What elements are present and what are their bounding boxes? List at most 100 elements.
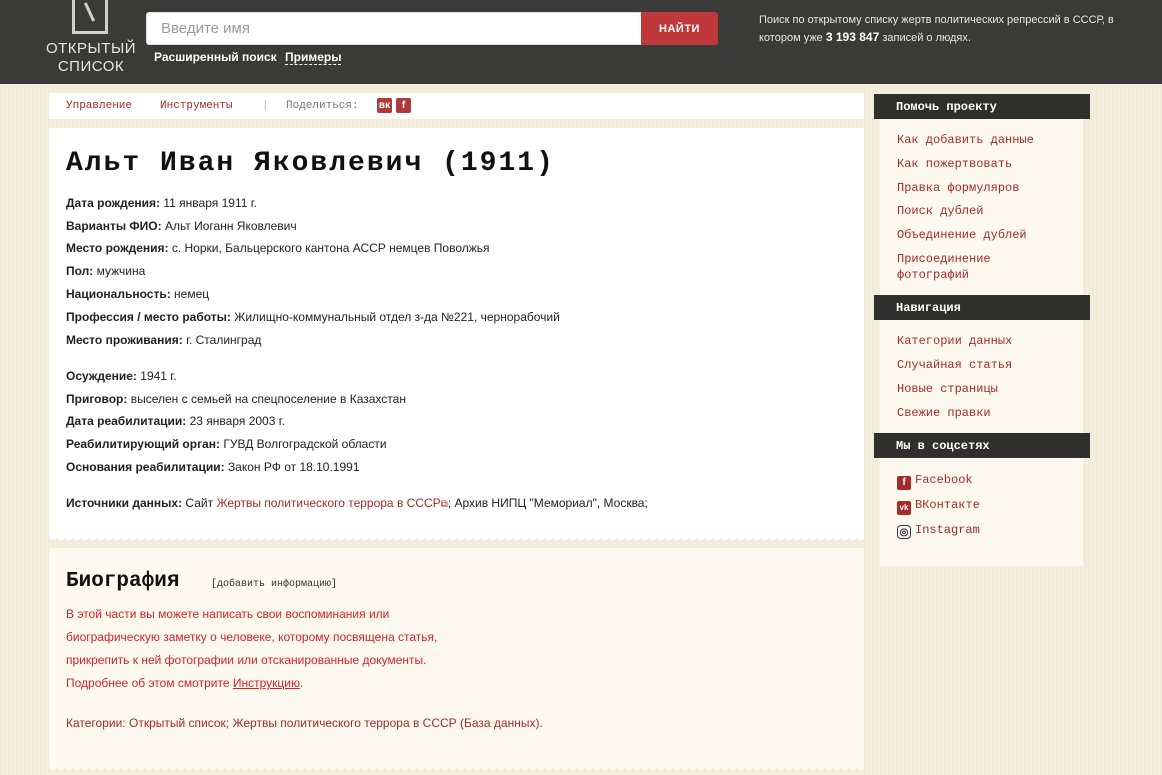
categories-field: Категории: Открытый список; Жертвы полит… <box>66 716 543 730</box>
records-count: 3 193 847 <box>825 30 880 44</box>
sidebar-nav-link[interactable]: Случайная статья <box>897 357 1012 373</box>
biography-title: Биография <box>66 570 180 593</box>
sidebar-help-link[interactable]: Присоединение <box>897 251 991 267</box>
site-header: ОТКРЫТЫЙ СПИСОК НАЙТИ Расширенный поиск … <box>0 0 1162 84</box>
field-value: ГУВД Волгоградской области <box>223 437 387 451</box>
categories-link[interactable]: Открытый список; Жертвы политического те… <box>129 716 543 730</box>
person-field: Основания реабилитации: Закон РФ от 18.1… <box>66 460 360 474</box>
person-field: Место рождения: с. Норки, Бальцерского к… <box>66 241 490 255</box>
instagram-link[interactable]: ◎ Instagram <box>897 522 980 539</box>
person-field: Приговор: выселен с семьей на спецпоселе… <box>66 392 406 406</box>
field-label: Дата реабилитации: <box>66 414 187 428</box>
bio-line-1: В этой части вы можете написать свои вос… <box>66 607 390 621</box>
biography-card: Биография [добавить информацию] В этой ч… <box>49 548 864 772</box>
field-value: 23 января 2003 г. <box>189 414 285 428</box>
person-card: Альт Иван Яковлевич (1911) Дата рождения… <box>49 128 864 542</box>
external-link-icon: ⧉ <box>440 499 448 510</box>
site-logo[interactable]: ОТКРЫТЫЙ СПИСОК <box>44 0 138 84</box>
instagram-label: Instagram <box>915 523 980 537</box>
search-button[interactable]: НАЙТИ <box>641 12 718 45</box>
logo-text: ОТКРЫТЫЙ СПИСОК <box>44 40 138 76</box>
instagram-icon: ◎ <box>897 525 911 539</box>
sidebar-nav-link[interactable]: Категории данных <box>897 333 1012 349</box>
article-toolbar: Управление Инструменты | Поделиться: вк … <box>49 93 864 119</box>
sidebar: Помочь проекту Как добавить данные Как по… <box>874 94 1090 566</box>
sidebar-help-link[interactable]: фотографий <box>897 267 969 283</box>
field-label: Осуждение: <box>66 369 137 383</box>
person-field: Профессия / место работы: Жилищно-коммун… <box>66 310 560 324</box>
field-value: г. Сталинград <box>186 333 262 347</box>
person-field: Место проживания: г. Сталинград <box>66 333 261 347</box>
instruction-link[interactable]: Инструкцию <box>233 676 300 690</box>
advanced-search-link[interactable]: Расширенный поиск <box>154 50 277 64</box>
social-heading: Мы в соцсетях <box>874 433 1090 458</box>
field-label: Реабилитирующий орган: <box>66 437 220 451</box>
sidebar-help-link[interactable]: Поиск дублей <box>897 203 983 219</box>
examples-link[interactable]: Примеры <box>285 50 342 65</box>
field-label: Основания реабилитации: <box>66 460 225 474</box>
share-label: Поделиться: <box>286 100 359 112</box>
field-value: Альт Иоганн Яковлевич <box>164 219 297 233</box>
sources-link[interactable]: Жертвы политического террора в СССР <box>216 496 440 510</box>
field-label: Варианты ФИО: <box>66 219 162 233</box>
header-info: Поиск по открытому списку жертв политиче… <box>759 12 1139 47</box>
help-project-heading: Помочь проекту <box>874 94 1090 119</box>
manage-link[interactable]: Управление <box>66 100 132 112</box>
field-label: Приговор: <box>66 392 128 406</box>
bio-line-4-suffix: . <box>299 676 304 690</box>
person-field: Дата реабилитации: 23 января 2003 г. <box>66 414 285 428</box>
toolbar-separator: | <box>262 100 269 112</box>
bio-line-4: Подробнее об этом смотрите Инструкцию. <box>66 676 303 690</box>
vk-icon: vk <box>897 501 911 515</box>
field-value: Жилищно-коммунальный отдел з-да №221, че… <box>234 310 560 324</box>
bio-line-4-prefix: Подробнее об этом смотрите <box>66 676 230 690</box>
sidebar-nav-link[interactable]: Новые страницы <box>897 381 998 397</box>
logo-mark-icon <box>72 0 108 34</box>
person-field: Дата рождения: 11 января 1911 г. <box>66 196 257 210</box>
categories-label: Категории: <box>66 716 126 730</box>
page-title: Альт Иван Яковлевич (1911) <box>66 148 555 179</box>
sources-field: Источники данных: Сайт Жертвы политическ… <box>66 496 648 510</box>
sidebar-help-link[interactable]: Объединение дублей <box>897 227 1027 243</box>
field-label: Дата рождения: <box>66 196 161 210</box>
facebook-link[interactable]: f Facebook <box>897 472 973 490</box>
field-value: Закон РФ от 18.10.1991 <box>227 460 360 474</box>
info-suffix: записей о людях. <box>882 32 971 44</box>
bio-line-2: биографическую заметку о человеке, котор… <box>66 630 438 644</box>
field-value: выселен с семьей на спецпоселение в Каза… <box>130 392 406 406</box>
navigation-heading: Навигация <box>874 295 1090 320</box>
sidebar-help-link[interactable]: Правка формуляров <box>897 180 1019 196</box>
logo-line2: СПИСОК <box>57 58 125 75</box>
sidebar-nav-link[interactable]: Свежие правки <box>897 405 991 421</box>
sources-label: Источники данных: <box>66 496 183 510</box>
vk-share-icon[interactable]: вк <box>377 98 392 113</box>
person-field: Осуждение: 1941 г. <box>66 369 177 383</box>
sources-rest: ; Архив НИПЦ "Мемориал", Москва; <box>447 496 648 510</box>
facebook-label: Facebook <box>915 473 973 487</box>
logo-line1: ОТКРЫТЫЙ <box>45 40 137 57</box>
facebook-share-icon[interactable]: f <box>396 98 411 113</box>
field-value: 11 января 1911 г. <box>163 196 257 210</box>
search-box <box>146 12 642 45</box>
person-field: Реабилитирующий орган: ГУВД Волгоградско… <box>66 437 387 451</box>
person-field: Варианты ФИО: Альт Иоганн Яковлевич <box>66 219 297 233</box>
bio-line-3: прикрепить к ней фотографии или отсканир… <box>66 653 427 667</box>
sidebar-help-link[interactable]: Как добавить данные <box>897 132 1034 148</box>
field-value: мужчина <box>96 264 146 278</box>
field-value: с. Норки, Бальцерского кантона АССР немц… <box>171 241 490 255</box>
sidebar-help-link[interactable]: Как пожертвовать <box>897 156 1012 172</box>
vkontakte-label: ВКонтакте <box>915 498 980 512</box>
tools-link[interactable]: Инструменты <box>160 100 233 112</box>
field-value: 1941 г. <box>140 369 177 383</box>
field-label: Место проживания: <box>66 333 183 347</box>
add-info-link[interactable]: [добавить информацию] <box>211 579 337 590</box>
vkontakte-link[interactable]: vk ВКонтакте <box>897 497 980 515</box>
field-label: Национальность: <box>66 287 171 301</box>
person-field: Пол: мужчина <box>66 264 145 278</box>
sources-site: Сайт <box>185 496 214 510</box>
field-label: Профессия / место работы: <box>66 310 231 324</box>
field-label: Пол: <box>66 264 94 278</box>
person-field: Национальность: немец <box>66 287 209 301</box>
search-input[interactable] <box>147 13 641 44</box>
field-label: Место рождения: <box>66 241 169 255</box>
